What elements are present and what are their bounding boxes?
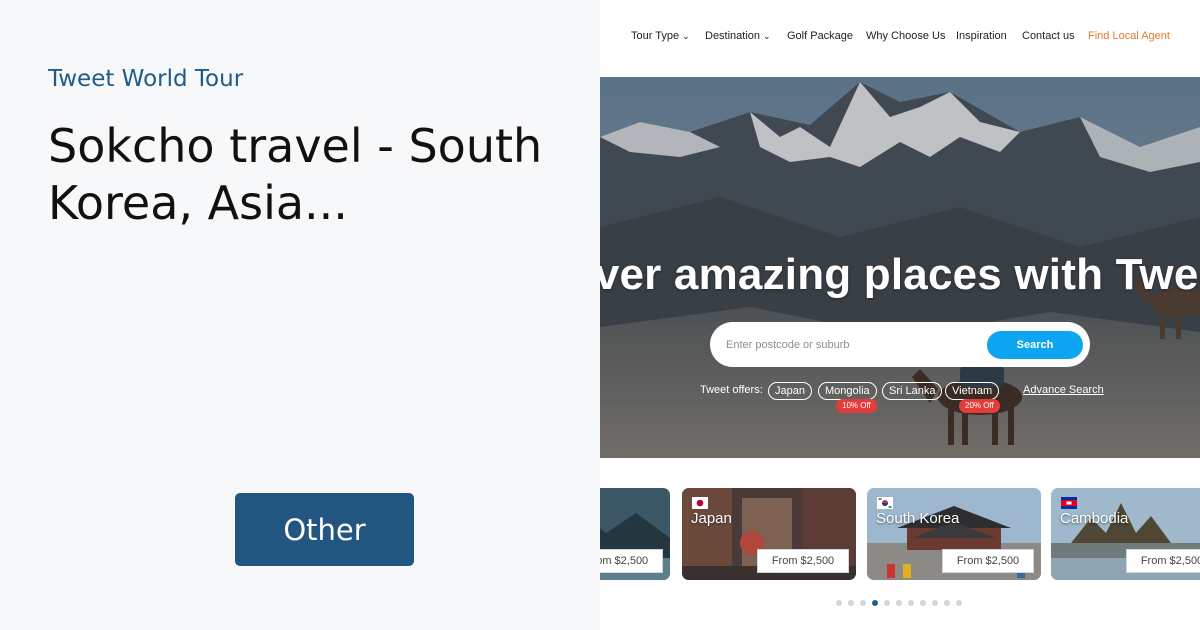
destination-card-japan[interactable]: Japan From $2,500 bbox=[682, 488, 856, 580]
japan-flag-icon bbox=[692, 497, 708, 509]
carousel-dot[interactable] bbox=[932, 600, 938, 606]
carousel-dot[interactable] bbox=[920, 600, 926, 606]
search-button[interactable]: Search bbox=[987, 331, 1083, 359]
destination-card-cambodia[interactable]: Cambodia From $2,500 bbox=[1051, 488, 1200, 580]
advance-search-link[interactable]: Advance Search bbox=[1023, 384, 1104, 396]
destination-card[interactable]: From $2,500 bbox=[600, 488, 670, 580]
destination-price: From $2,500 bbox=[757, 549, 849, 573]
destination-name: South Korea bbox=[876, 510, 960, 527]
website-screenshot: Tour Type ⌄ Destination ⌄ Golf Package Why… bbox=[600, 0, 1200, 630]
offers-label: Tweet offers: bbox=[700, 384, 763, 396]
nav-item-golf-package[interactable]: Golf Package bbox=[787, 30, 853, 42]
nav-item-destination[interactable]: Destination ⌄ bbox=[705, 30, 771, 42]
offer-chip-mongolia[interactable]: Mongolia bbox=[818, 382, 877, 400]
carousel-dot[interactable] bbox=[896, 600, 902, 606]
destination-price: From $2,500 bbox=[1126, 549, 1200, 573]
cambodia-flag-icon bbox=[1061, 497, 1077, 509]
destination-name: Cambodia bbox=[1060, 510, 1129, 527]
discount-badge: 20% Off bbox=[959, 399, 1000, 413]
carousel-dot[interactable] bbox=[908, 600, 914, 606]
nav-item-contact-us[interactable]: Contact us bbox=[1022, 30, 1075, 42]
hero-headline: Discover amazing places with Tweet bbox=[600, 250, 1200, 299]
search-input[interactable] bbox=[724, 332, 978, 358]
destination-name: Japan bbox=[691, 510, 732, 527]
nav-label: Destination bbox=[705, 30, 761, 42]
carousel-dot[interactable] bbox=[944, 600, 950, 606]
carousel-dot[interactable] bbox=[836, 600, 842, 606]
offer-chip-sri-lanka[interactable]: Sri Lanka bbox=[882, 382, 943, 400]
top-navigation: Tour Type ⌄ Destination ⌄ Golf Package Why… bbox=[600, 0, 1200, 76]
nav-item-tour-type[interactable]: Tour Type ⌄ bbox=[631, 30, 690, 42]
nav-item-find-local-agent[interactable]: Find Local Agent bbox=[1088, 30, 1170, 42]
offer-chip-japan[interactable]: Japan bbox=[768, 382, 812, 400]
offer-chip-vietnam[interactable]: Vietnam bbox=[945, 382, 1000, 400]
destination-price: From $2,500 bbox=[942, 549, 1034, 573]
destination-price: From $2,500 bbox=[600, 549, 663, 573]
share-card-panel: Tweet World Tour Sokcho travel - South K… bbox=[0, 0, 600, 630]
search-box: Search bbox=[710, 322, 1090, 367]
hero-banner: Discover amazing places with Tweet Searc… bbox=[600, 77, 1200, 458]
carousel-dot[interactable] bbox=[860, 600, 866, 606]
chevron-down-icon: ⌄ bbox=[763, 31, 771, 41]
nav-item-why-choose-us[interactable]: Why Choose Us bbox=[866, 30, 945, 42]
carousel-dot[interactable] bbox=[884, 600, 890, 606]
nav-label: Tour Type bbox=[631, 30, 680, 42]
discount-badge: 10% Off bbox=[836, 399, 877, 413]
carousel-dot[interactable] bbox=[872, 600, 878, 606]
nav-item-inspiration[interactable]: Inspiration bbox=[956, 30, 1007, 42]
carousel-dot[interactable] bbox=[956, 600, 962, 606]
destination-card-south-korea[interactable]: South Korea From $2,500 bbox=[867, 488, 1041, 580]
page-title: Sokcho travel - South Korea, Asia... bbox=[48, 119, 543, 230]
category-button[interactable]: Other bbox=[235, 493, 414, 566]
south-korea-flag-icon bbox=[877, 497, 893, 509]
carousel-dot[interactable] bbox=[848, 600, 854, 606]
site-name: Tweet World Tour bbox=[48, 66, 244, 92]
chevron-down-icon: ⌄ bbox=[682, 31, 690, 41]
